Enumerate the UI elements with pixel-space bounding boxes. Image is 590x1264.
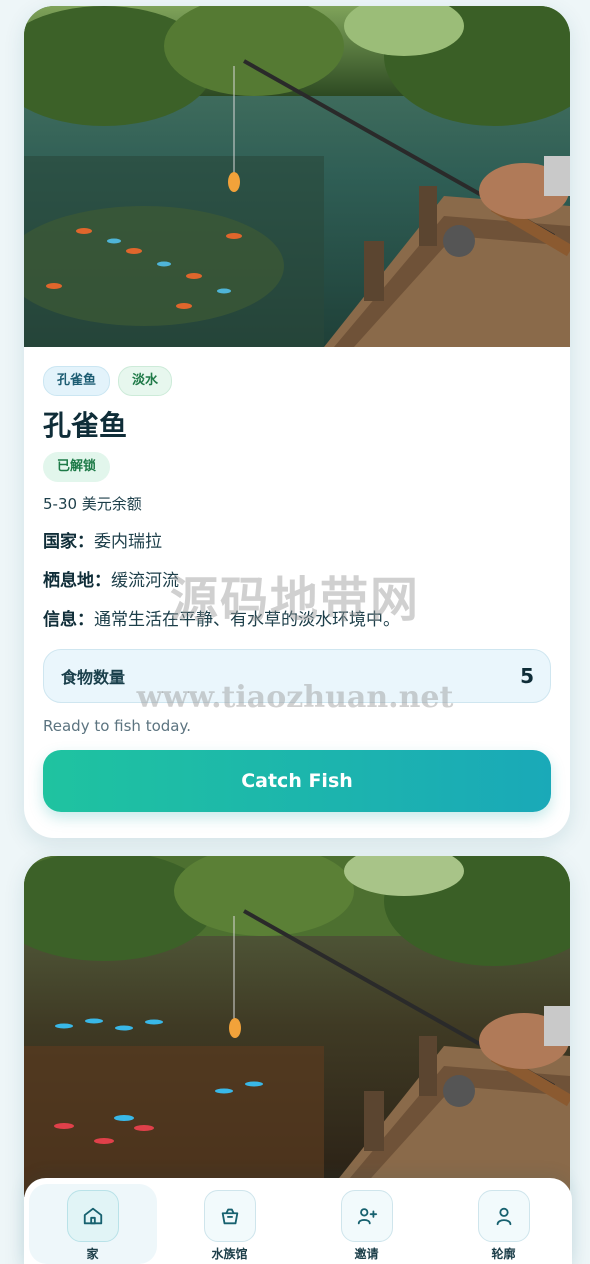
info-value: 通常生活在平静、有水草的淡水环境中。 <box>94 610 400 630</box>
app-page: 孔雀鱼 淡水 孔雀鱼 已解锁 5-30 美元余额 国家：委内瑞拉 栖息地：缓流河… <box>0 0 590 1264</box>
fishing-scene-image <box>24 6 570 347</box>
nav-item-home[interactable]: 家 <box>28 1184 157 1264</box>
fishing-scene-image-2 <box>24 856 570 1197</box>
info-row: 信息：通常生活在平静、有水草的淡水环境中。 <box>43 607 551 633</box>
nav-item-invite[interactable]: 邀请 <box>303 1184 431 1264</box>
habitat-value: 缓流河流 <box>111 571 179 591</box>
nav-label-home: 家 <box>86 1247 99 1261</box>
status-badge: 已解锁 <box>43 452 111 482</box>
tag-water-type: 淡水 <box>118 366 173 396</box>
nav-label-invite: 邀请 <box>354 1247 379 1261</box>
tag-species: 孔雀鱼 <box>43 366 111 396</box>
food-quantity-box: 食物数量 5 <box>43 649 551 703</box>
home-icon <box>66 1190 119 1242</box>
food-quantity-label: 食物数量 <box>61 668 126 687</box>
habitat-row: 栖息地：缓流河流 <box>43 568 551 594</box>
tag-list: 孔雀鱼 淡水 <box>43 366 551 396</box>
fish-title: 孔雀鱼 <box>43 409 128 442</box>
invite-icon <box>340 1190 393 1242</box>
habitat-label: 栖息地： <box>43 571 111 591</box>
aquarium-icon <box>203 1190 256 1242</box>
fish-card-guppy: 孔雀鱼 淡水 孔雀鱼 已解锁 5-30 美元余额 国家：委内瑞拉 栖息地：缓流河… <box>24 6 570 838</box>
profile-icon <box>477 1190 530 1242</box>
country-row: 国家：委内瑞拉 <box>43 529 551 555</box>
country-value: 委内瑞拉 <box>94 532 162 552</box>
balance-range: 5-30 美元余额 <box>43 495 142 513</box>
nav-label-aquarium: 水族馆 <box>211 1247 248 1261</box>
ready-status-text: Ready to fish today. <box>43 717 191 735</box>
country-label: 国家： <box>43 532 94 552</box>
nav-item-aquarium[interactable]: 水族馆 <box>166 1184 294 1264</box>
nav-label-profile: 轮廓 <box>491 1247 516 1261</box>
info-label: 信息： <box>43 610 94 630</box>
catch-fish-button[interactable]: Catch Fish <box>43 750 551 812</box>
nav-item-profile[interactable]: 轮廓 <box>440 1184 568 1264</box>
bottom-nav: 家 水族馆 邀请 轮廓 <box>24 1178 572 1264</box>
food-quantity-value: 5 <box>520 664 534 688</box>
